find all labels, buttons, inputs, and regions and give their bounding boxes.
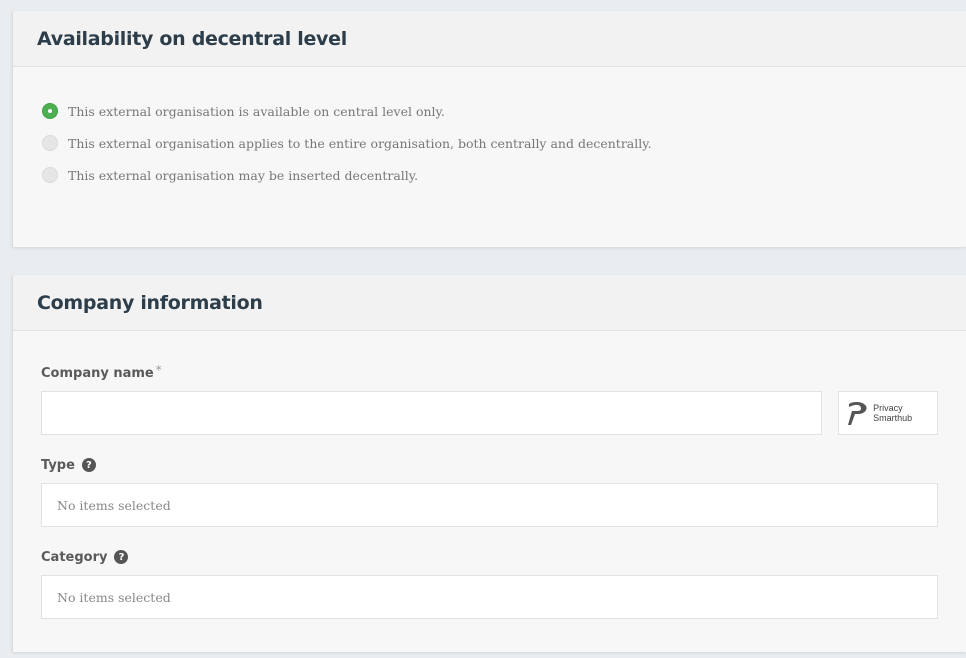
availability-panel: Availability on decentral level This ext… bbox=[12, 11, 966, 247]
availability-option-entire-organisation[interactable]: This external organisation applies to th… bbox=[42, 134, 966, 152]
privacy-smarthub-button[interactable]: Privacy Smarthub bbox=[838, 391, 938, 435]
category-placeholder: No items selected bbox=[57, 589, 171, 605]
radio-button-selected[interactable] bbox=[42, 103, 58, 119]
company-information-title: Company information bbox=[37, 291, 263, 314]
availability-panel-header: Availability on decentral level bbox=[13, 11, 966, 67]
privacy-smarthub-label: Privacy Smarthub bbox=[873, 403, 912, 423]
company-panel-header: Company information bbox=[13, 275, 966, 331]
radio-label: This external organisation is available … bbox=[68, 103, 445, 119]
question-circle-icon[interactable]: ? bbox=[81, 458, 96, 472]
company-name-input[interactable] bbox=[41, 391, 823, 435]
type-placeholder: No items selected bbox=[57, 497, 171, 513]
company-name-row: Privacy Smarthub bbox=[41, 391, 938, 435]
category-row: No items selected bbox=[41, 575, 938, 619]
page: Availability on decentral level This ext… bbox=[0, 0, 966, 658]
type-multiselect[interactable]: No items selected bbox=[41, 483, 938, 527]
category-multiselect[interactable]: No items selected bbox=[41, 575, 938, 619]
smarthub-line1: Privacy bbox=[873, 403, 903, 413]
availability-title: Availability on decentral level bbox=[37, 27, 347, 50]
radio-button[interactable] bbox=[42, 135, 58, 151]
availability-option-central-only[interactable]: This external organisation is available … bbox=[42, 102, 966, 120]
question-circle-icon[interactable]: ? bbox=[114, 550, 129, 564]
smarthub-line2: Smarthub bbox=[873, 413, 913, 423]
radio-label: This external organisation may be insert… bbox=[68, 167, 419, 183]
company-name-label: Company name * bbox=[41, 363, 938, 381]
type-row: No items selected bbox=[41, 483, 938, 527]
availability-radio-group: This external organisation is available … bbox=[13, 67, 966, 184]
company-information-panel: Company information Company name * Priva… bbox=[12, 275, 966, 652]
category-label: Category ? bbox=[41, 549, 938, 565]
radio-label: This external organisation applies to th… bbox=[68, 135, 652, 151]
company-form: Company name * Privacy Smarthub Type ? N… bbox=[13, 331, 966, 619]
radio-button[interactable] bbox=[42, 167, 58, 183]
required-marker: * bbox=[155, 363, 162, 377]
privacy-smarthub-logo-icon bbox=[848, 401, 867, 425]
company-name-label-text: Company name bbox=[41, 365, 154, 381]
availability-option-decentral-insert[interactable]: This external organisation may be insert… bbox=[42, 166, 966, 184]
type-label: Type ? bbox=[41, 457, 938, 473]
category-label-text: Category bbox=[41, 549, 108, 565]
type-label-text: Type bbox=[41, 457, 75, 473]
